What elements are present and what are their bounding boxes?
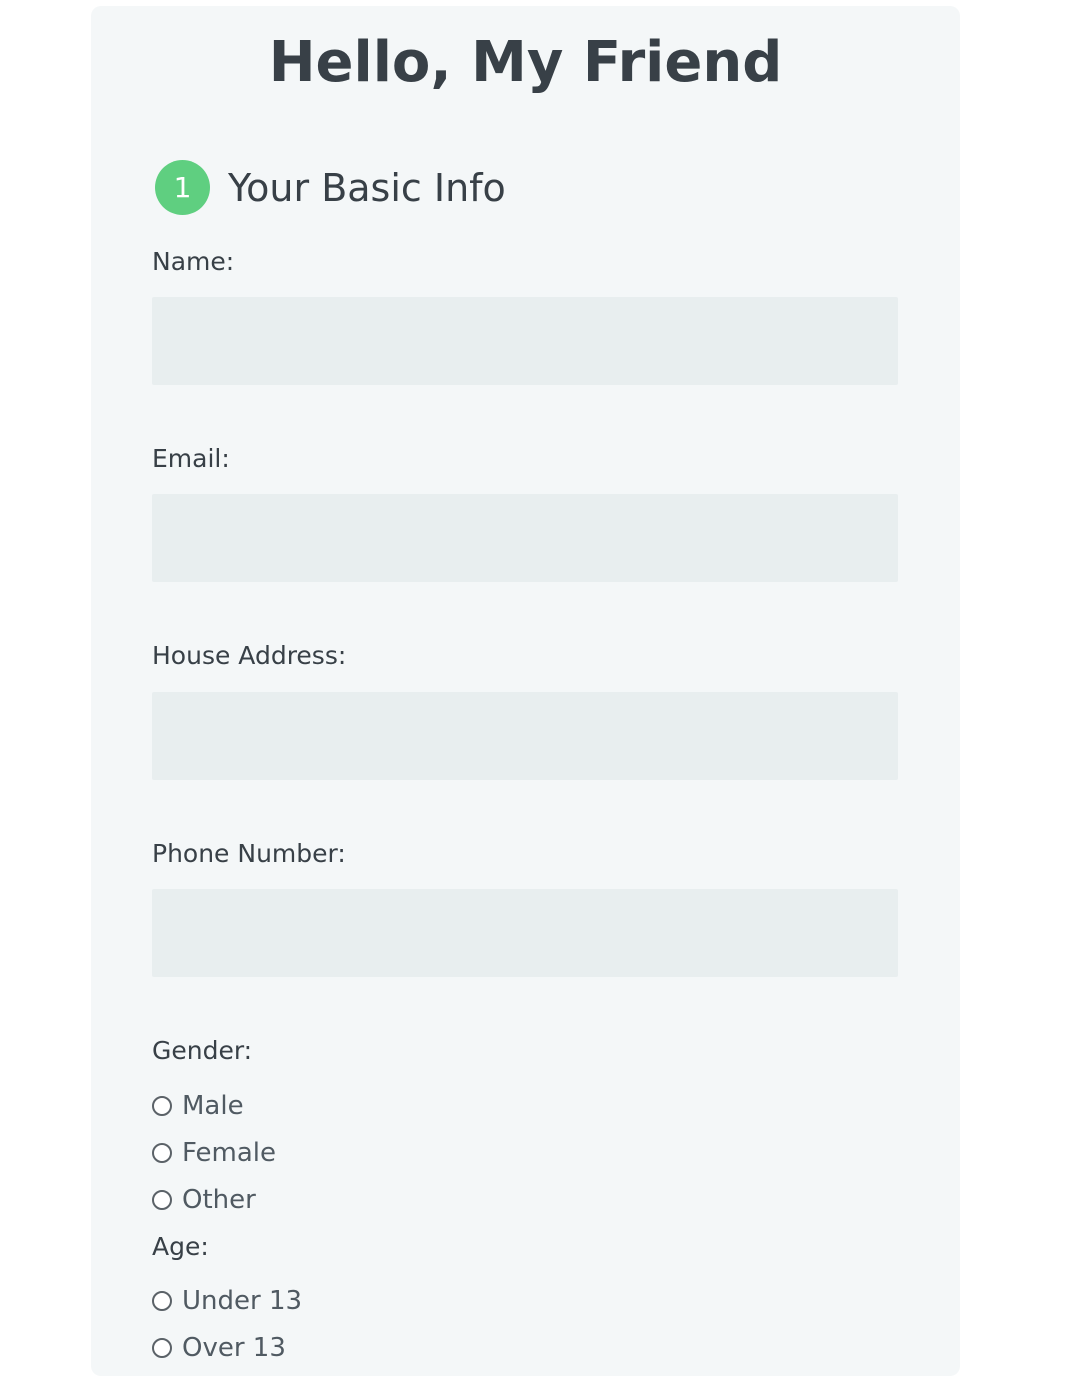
radio-label: Male bbox=[182, 1091, 244, 1121]
gender-option-other[interactable]: Other bbox=[152, 1184, 256, 1216]
phone-number-input[interactable] bbox=[152, 889, 898, 977]
step-number-badge: 1 bbox=[155, 160, 210, 215]
age-option-over-13[interactable]: Over 13 bbox=[152, 1332, 286, 1364]
email-input[interactable] bbox=[152, 494, 898, 582]
radio-label: Under 13 bbox=[182, 1286, 303, 1316]
radio-button[interactable] bbox=[152, 1096, 172, 1116]
radio-button[interactable] bbox=[152, 1143, 172, 1163]
form-card: Hello, My Friend 1 Your Basic Info Name:… bbox=[91, 6, 960, 1376]
house-address-label: House Address: bbox=[152, 641, 347, 670]
radio-button[interactable] bbox=[152, 1338, 172, 1358]
radio-label: Over 13 bbox=[182, 1333, 286, 1363]
name-label: Name: bbox=[152, 247, 235, 276]
radio-button[interactable] bbox=[152, 1190, 172, 1210]
page-title: Hello, My Friend bbox=[268, 30, 783, 95]
gender-option-female[interactable]: Female bbox=[152, 1137, 276, 1169]
phone-number-label: Phone Number: bbox=[152, 839, 346, 868]
email-label: Email: bbox=[152, 444, 230, 473]
radio-label: Other bbox=[182, 1185, 256, 1215]
house-address-input[interactable] bbox=[152, 692, 898, 780]
age-label: Age: bbox=[152, 1232, 209, 1261]
gender-option-male[interactable]: Male bbox=[152, 1090, 244, 1122]
section-heading: Your Basic Info bbox=[228, 166, 506, 210]
age-option-under-13[interactable]: Under 13 bbox=[152, 1285, 302, 1317]
name-input[interactable] bbox=[152, 297, 898, 385]
radio-label: Female bbox=[182, 1138, 277, 1168]
radio-button[interactable] bbox=[152, 1291, 172, 1311]
gender-label: Gender: bbox=[152, 1036, 253, 1065]
